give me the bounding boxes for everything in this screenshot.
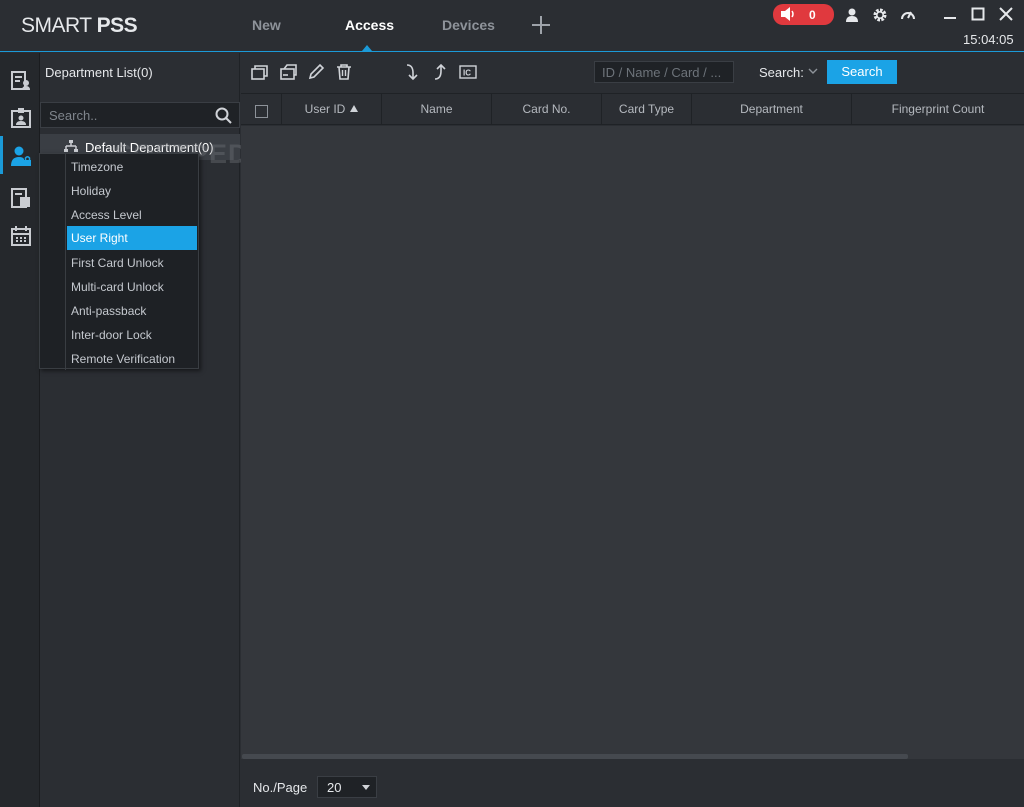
alarm-count: 0 (809, 8, 816, 22)
batch-add-icon[interactable] (251, 63, 269, 81)
per-page-select[interactable]: 20 (317, 776, 377, 798)
alarm-badge[interactable]: 0 (773, 4, 834, 25)
per-page-label: No./Page (253, 780, 308, 795)
search-field-label[interactable]: Search: (759, 65, 804, 80)
add-tab-icon[interactable] (530, 14, 552, 36)
nav-device-config[interactable] (0, 178, 40, 216)
user-search-box (594, 61, 734, 83)
nav-access-rights[interactable] (0, 136, 40, 174)
nav-attendance[interactable] (0, 216, 40, 254)
settings-gear-icon[interactable] (872, 7, 888, 23)
menu-item-first-card-unlock[interactable]: First Card Unlock (67, 251, 197, 275)
person-list-icon (11, 71, 30, 90)
column-header-user-id[interactable]: User ID (282, 94, 382, 125)
user-lock-icon (11, 146, 31, 166)
svg-text:IC: IC (463, 69, 471, 78)
menu-item-holiday[interactable]: Holiday (67, 179, 197, 203)
menu-gutter (65, 154, 66, 370)
module-sidebar (0, 53, 40, 807)
user-table-body (241, 126, 1024, 759)
org-tree-icon (64, 140, 78, 152)
minimize-icon[interactable] (943, 7, 957, 21)
active-tab-indicator (362, 45, 372, 51)
sort-ascending-icon (350, 105, 359, 112)
delete-trash-icon[interactable] (335, 63, 353, 81)
document-device-icon (11, 188, 30, 208)
dropdown-caret-icon (362, 785, 370, 790)
department-search-box (40, 102, 240, 128)
menu-item-remote-verification[interactable]: Remote Verification (67, 347, 197, 371)
maximize-icon[interactable] (971, 7, 985, 21)
nav-visitor[interactable] (0, 98, 40, 136)
department-search-input[interactable] (49, 106, 209, 124)
menu-item-timezone[interactable]: Timezone (67, 155, 197, 179)
select-all-checkbox[interactable] (255, 105, 268, 118)
search-button[interactable]: Search (827, 60, 897, 84)
menu-item-access-level[interactable]: Access Level (67, 203, 197, 227)
per-page-value: 20 (327, 780, 342, 795)
user-icon[interactable] (844, 7, 860, 23)
issue-card-icon[interactable] (279, 63, 297, 81)
tab-access[interactable]: Access (345, 17, 394, 33)
app-logo: SMART PSS (21, 14, 138, 37)
speaker-icon (781, 7, 794, 21)
menu-item-inter-door-lock[interactable]: Inter-door Lock (67, 323, 197, 347)
column-header-department[interactable]: Department (692, 94, 852, 125)
column-header-name[interactable]: Name (382, 94, 492, 125)
performance-gauge-icon[interactable] (900, 7, 916, 23)
search-icon[interactable] (215, 107, 232, 124)
chevron-down-icon[interactable] (808, 68, 818, 75)
id-badge-icon (11, 108, 31, 128)
title-bar: SMART PSS New Access Devices 0 15:04:05 (0, 0, 1024, 52)
nav-person-management[interactable] (0, 60, 40, 98)
menu-item-user-right[interactable]: User Right (67, 226, 197, 250)
menu-item-multi-card-unlock[interactable]: Multi-card Unlock (67, 275, 197, 299)
edit-pencil-icon[interactable] (307, 63, 325, 81)
close-icon[interactable] (999, 7, 1013, 21)
user-search-input[interactable] (602, 64, 728, 80)
tab-devices[interactable]: Devices (442, 17, 495, 33)
ic-card-icon[interactable]: IC (459, 63, 477, 81)
access-context-menu: Timezone Holiday Access Level User Right… (39, 153, 199, 371)
column-header-card-type[interactable]: Card Type (602, 94, 692, 125)
menu-item-anti-passback[interactable]: Anti-passback (67, 299, 197, 323)
select-all-cell (241, 94, 282, 125)
horizontal-scrollbar[interactable] (242, 754, 908, 759)
export-icon[interactable] (431, 63, 449, 81)
user-table-header: User ID Name Card No. Card Type Departme… (241, 93, 1024, 125)
calendar-icon (11, 226, 31, 246)
clock: 15:04:05 (963, 32, 1014, 47)
tab-new[interactable]: New (252, 17, 281, 33)
import-icon[interactable] (403, 63, 421, 81)
column-header-fingerprint-count[interactable]: Fingerprint Count (852, 94, 1024, 125)
column-header-card-no[interactable]: Card No. (492, 94, 602, 125)
department-list-title: Department List(0) (45, 65, 153, 80)
